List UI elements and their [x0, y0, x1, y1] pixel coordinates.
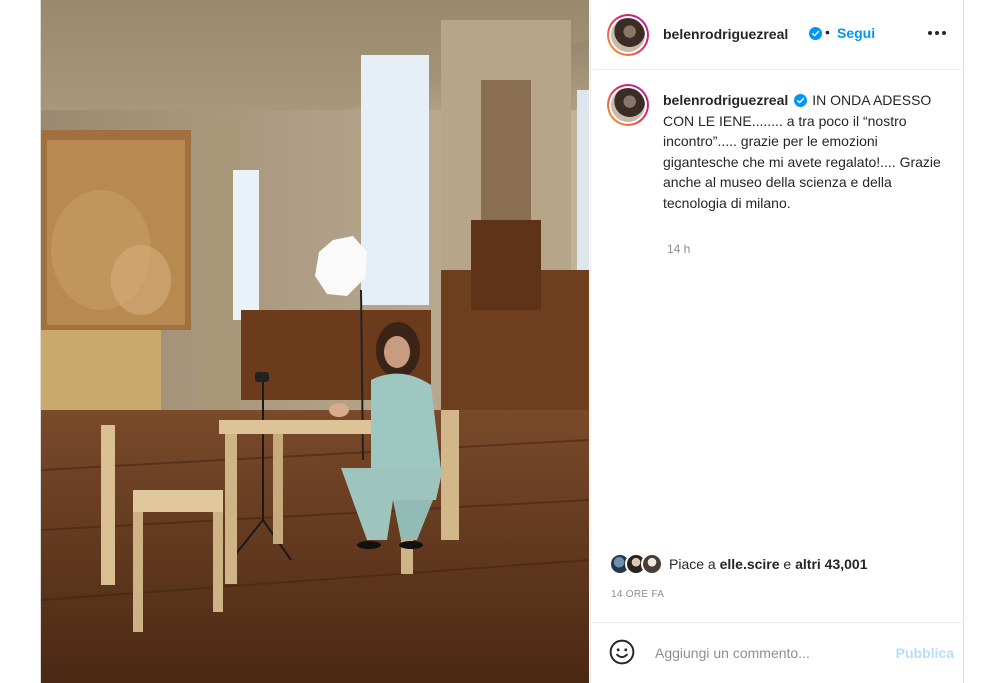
- caption-avatar[interactable]: [607, 84, 649, 126]
- likes-prefix: Piace a: [669, 556, 716, 572]
- photo-scene: [41, 0, 589, 683]
- liker-avatar: [641, 553, 663, 575]
- header-separator: •: [825, 24, 830, 40]
- caption-timestamp[interactable]: 14 h: [667, 242, 690, 256]
- verified-badge-icon: [794, 94, 808, 107]
- caption-body: IN ONDA ADESSO CON LE IENE........ a tra…: [663, 92, 941, 211]
- emoji-icon[interactable]: [609, 639, 635, 665]
- author-username[interactable]: belenrodriguezreal: [663, 26, 788, 42]
- post-sidebar: belenrodriguezreal • Segui belenrodrigue…: [590, 0, 964, 683]
- likes-row: Piace a elle.scire e altri 43,001: [609, 553, 868, 575]
- likes-user-link[interactable]: elle.scire: [720, 556, 780, 572]
- likes-summary: Piace a elle.scire e altri 43,001: [669, 556, 868, 572]
- caption-text-block: belenrodriguezreal IN ONDA ADESSO CON LE …: [663, 90, 953, 213]
- publish-button[interactable]: Pubblica: [896, 645, 954, 661]
- caption-username[interactable]: belenrodriguezreal: [663, 92, 788, 108]
- author-avatar[interactable]: [607, 14, 649, 56]
- post-date[interactable]: 14 ORE FA: [611, 589, 664, 600]
- follow-button[interactable]: Segui: [837, 25, 875, 41]
- comment-bar: Pubblica: [591, 622, 964, 683]
- comment-input[interactable]: [655, 641, 875, 665]
- likes-connector: e: [783, 556, 792, 572]
- more-options-icon[interactable]: [926, 22, 948, 44]
- liker-avatars[interactable]: [609, 553, 667, 575]
- post-header: belenrodriguezreal • Segui: [591, 0, 964, 70]
- verified-badge-icon: [809, 27, 822, 40]
- likes-others-link[interactable]: altri 43,001: [795, 556, 867, 572]
- post-photo[interactable]: [41, 0, 589, 683]
